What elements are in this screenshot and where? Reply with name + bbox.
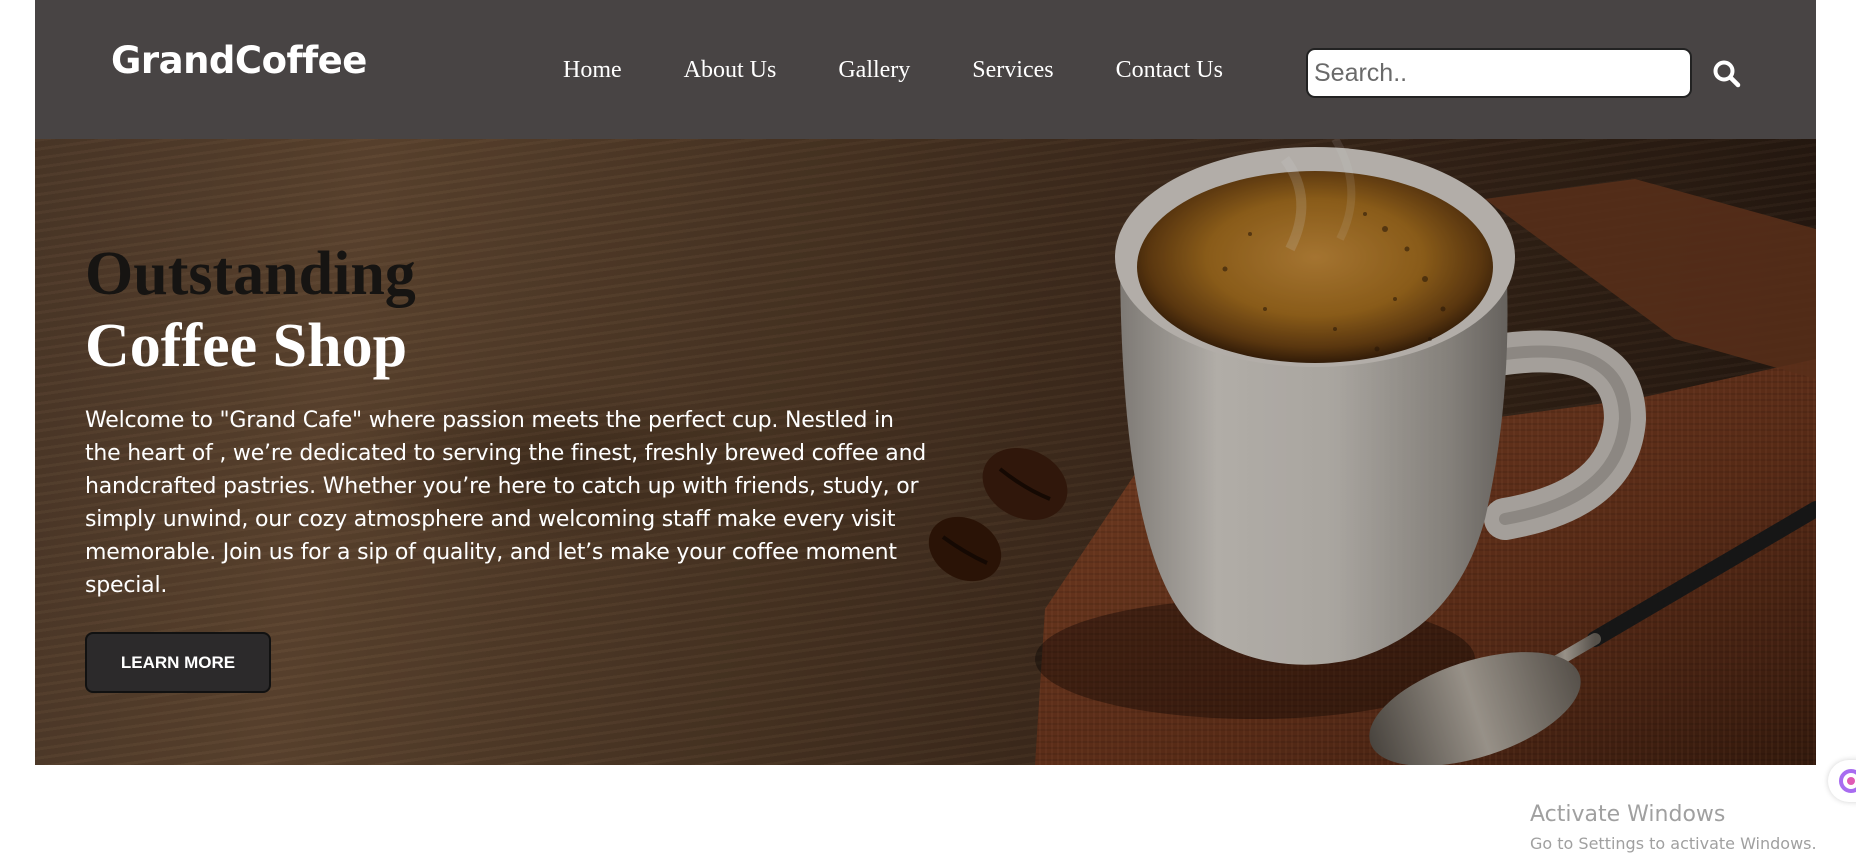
nav-services-link[interactable]: Services [972, 58, 1053, 82]
activate-windows-watermark: Activate Windows Go to Settings to activ… [1530, 802, 1817, 854]
hero-section: Outstanding Coffee Shop Welcome to "Gran… [35, 139, 1816, 765]
site-logo[interactable]: GrandCoffee [111, 42, 367, 79]
nav-gallery-link[interactable]: Gallery [838, 58, 910, 82]
assistant-icon [1839, 769, 1856, 793]
website: GrandCoffee Home About Us Gallery Servic… [35, 0, 1816, 765]
activate-windows-subtitle: Go to Settings to activate Windows. [1530, 834, 1817, 853]
hero-title-line2: Coffee Shop [85, 312, 408, 380]
learn-more-button[interactable]: LEARN MORE [85, 632, 271, 693]
nav-about-link[interactable]: About Us [684, 58, 777, 82]
main-nav: Home About Us Gallery Services Contact U… [563, 58, 1223, 82]
nav-home-link[interactable]: Home [563, 58, 622, 82]
hero-description: Welcome to "Grand Cafe" where passion me… [85, 408, 927, 598]
search-icon [1713, 60, 1741, 88]
site-header: GrandCoffee Home About Us Gallery Servic… [35, 0, 1816, 139]
hero-title-line1: Outstanding [85, 240, 416, 308]
search-button[interactable] [1711, 58, 1743, 90]
activate-windows-title: Activate Windows [1530, 802, 1726, 827]
nav-contact-link[interactable]: Contact Us [1116, 58, 1223, 82]
floating-assistant-widget[interactable] [1828, 760, 1856, 802]
search-input[interactable] [1306, 48, 1692, 98]
page: GrandCoffee Home About Us Gallery Servic… [0, 0, 1856, 860]
